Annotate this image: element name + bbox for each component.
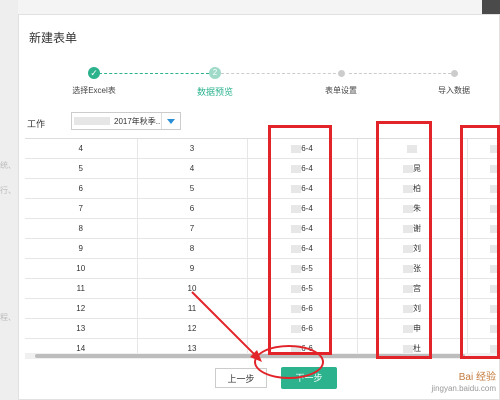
watermark-url: jingyan.baidu.com	[431, 384, 496, 393]
annotation-arrow	[191, 291, 262, 362]
watermark: Bai 经验 jingyan.baidu.com	[432, 372, 496, 394]
watermark-logo: Bai 经验	[458, 372, 496, 383]
